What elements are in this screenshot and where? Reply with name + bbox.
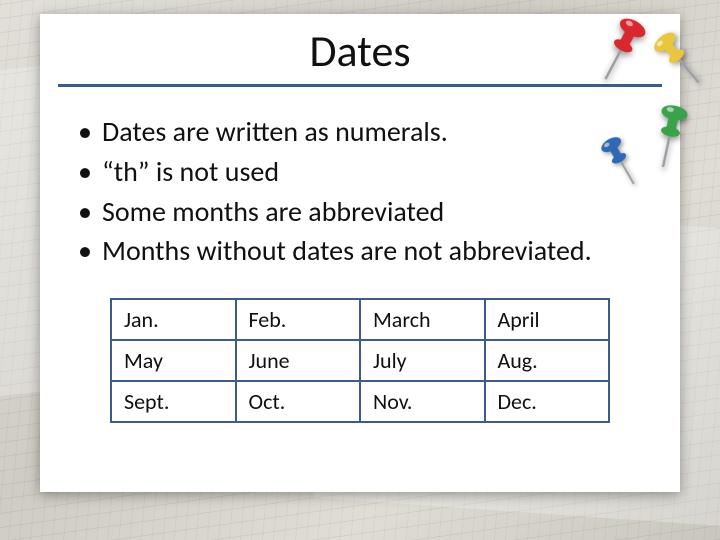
month-cell: Aug. xyxy=(485,340,610,381)
month-cell: Jan. xyxy=(111,299,236,340)
month-cell: Nov. xyxy=(360,381,485,422)
title-container: Dates xyxy=(58,24,662,87)
month-cell: May xyxy=(111,340,236,381)
table-row: Jan. Feb. March April xyxy=(111,299,609,340)
month-cell: April xyxy=(485,299,610,340)
bullet-item: Some months are abbreviated xyxy=(74,193,646,231)
month-cell: Sept. xyxy=(111,381,236,422)
slide-card: Dates Dates are written as numerals. “th… xyxy=(40,14,680,492)
page-title: Dates xyxy=(58,24,662,78)
month-cell: June xyxy=(236,340,361,381)
table-row: May June July Aug. xyxy=(111,340,609,381)
bullet-item: Months without dates are not abbreviated… xyxy=(74,232,646,270)
month-cell: Dec. xyxy=(485,381,610,422)
table-row: Sept. Oct. Nov. Dec. xyxy=(111,381,609,422)
month-cell: Feb. xyxy=(236,299,361,340)
month-cell: Oct. xyxy=(236,381,361,422)
month-cell: March xyxy=(360,299,485,340)
months-table: Jan. Feb. March April May June July Aug.… xyxy=(110,298,610,423)
bullet-item: “th” is not used xyxy=(74,153,646,191)
bullet-item: Dates are written as numerals. xyxy=(74,113,646,151)
month-cell: July xyxy=(360,340,485,381)
bullet-list: Dates are written as numerals. “th” is n… xyxy=(74,113,646,270)
